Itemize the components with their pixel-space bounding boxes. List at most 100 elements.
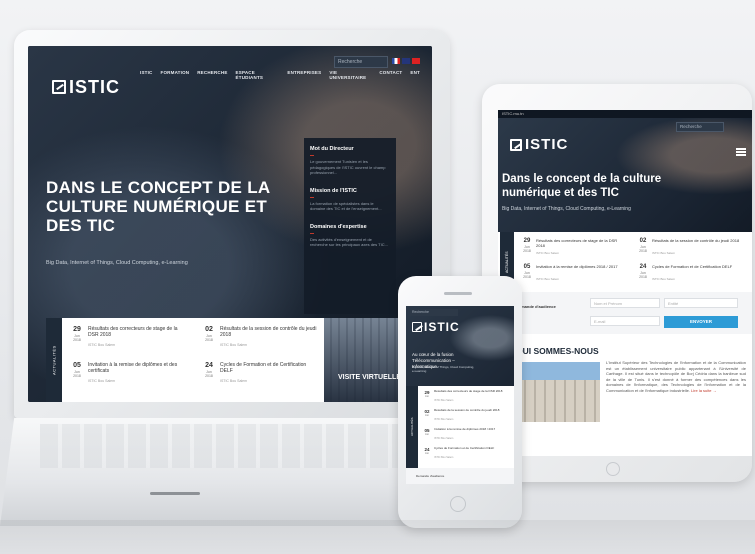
news-title[interactable]: Cycles de Formation et de Certification … bbox=[434, 446, 510, 451]
status-bar: ISTIC.rnu.tn bbox=[498, 110, 752, 118]
device-mockup-scene: Recherche ISTIC FORMATION RECHERCHE ESPA… bbox=[0, 0, 755, 554]
laptop-touchpad-edge bbox=[150, 492, 200, 495]
search-input[interactable]: Recherche bbox=[676, 122, 724, 132]
entity-field[interactable]: Entité bbox=[664, 298, 738, 308]
language-switcher[interactable] bbox=[392, 58, 420, 66]
news-item[interactable]: 29 Jun Résultats des correcteurs de stage… bbox=[422, 389, 510, 408]
divider bbox=[310, 232, 314, 234]
about-title: QUI SOMMES-NOUS bbox=[516, 346, 599, 356]
name-field[interactable]: Nom et Prénom bbox=[590, 298, 660, 308]
news-date: 02 Jun bbox=[424, 409, 430, 417]
news-meta: ISTIC Bou Salem bbox=[434, 456, 454, 459]
news-label: ACTUALITÉS bbox=[406, 386, 418, 468]
news-item[interactable]: 29 Jun 2018 Résultats des correcteurs de … bbox=[70, 326, 190, 356]
news-item[interactable]: 02 Jun Résultats de la session de contrôl… bbox=[422, 408, 510, 427]
panel-text: Des activités d'enseignement et de reche… bbox=[310, 236, 388, 248]
flag-tn-icon[interactable] bbox=[412, 58, 420, 64]
phone-screen: Recherche ISTIC Au cœur de la fusion Tél… bbox=[406, 306, 514, 484]
news-title[interactable]: Résultats de la session de contrôle du j… bbox=[220, 326, 318, 338]
email-field[interactable]: E-mail bbox=[590, 316, 660, 326]
logo-icon bbox=[52, 80, 66, 94]
search-input[interactable]: Recherche bbox=[410, 309, 458, 316]
panel-heading[interactable]: Mission de l'ISTIC bbox=[310, 188, 390, 194]
news-section: ACTUALITÉS 29 Jun 2018 Résultats des corr… bbox=[46, 318, 324, 402]
news-title[interactable]: Cycles de Formation et de Certification … bbox=[652, 264, 742, 269]
nav-item[interactable]: FORMATION bbox=[161, 70, 190, 80]
news-section: ACTUALITÉS 29 Jun 2018 Résultats des corr… bbox=[498, 232, 752, 292]
news-title[interactable]: Résultats de la session de contrôle du j… bbox=[652, 238, 742, 243]
news-item[interactable]: 05 Jun 2018 Invitation à la remise de dip… bbox=[70, 362, 190, 392]
nav-item[interactable]: ENTREPRISES bbox=[287, 70, 321, 80]
news-date: 29 Jun bbox=[424, 390, 430, 398]
nav-item[interactable]: CONTACT bbox=[379, 70, 402, 80]
news-item[interactable]: 02 Jun 2018 Résultats de la session de co… bbox=[636, 238, 744, 262]
news-item[interactable]: 02 Jun 2018 Résultats de la session de co… bbox=[202, 326, 322, 356]
news-item[interactable]: 05 Jun 2018 Invitation à la remise de dip… bbox=[520, 264, 628, 288]
phone-home-button[interactable] bbox=[450, 496, 466, 512]
tablet-home-button[interactable] bbox=[606, 462, 620, 476]
news-meta: ISTIC Bou Salem bbox=[434, 399, 454, 402]
news-date: 05 Jun 2018 bbox=[73, 362, 81, 378]
main-nav: ISTIC FORMATION RECHERCHE ESPACE ÉTUDIAN… bbox=[140, 70, 420, 80]
nav-item[interactable]: ESPACE ÉTUDIANTS bbox=[236, 70, 280, 80]
news-date: 24 Jun 2018 bbox=[639, 264, 647, 279]
search-input[interactable]: Recherche bbox=[334, 56, 388, 68]
logo-text: ISTIC bbox=[424, 320, 460, 334]
news-item[interactable]: 24 Jun 2018 Cycles de Formation et de Cer… bbox=[202, 362, 322, 392]
news-date: 02 Jun 2018 bbox=[639, 238, 647, 253]
news-title[interactable]: Cycles de Formation et de Certification … bbox=[220, 362, 318, 374]
hero-subtitle: Big Data, Internet of Things, Cloud Comp… bbox=[412, 365, 475, 373]
news-date: 05 Jun 2018 bbox=[523, 264, 531, 279]
hero-title: Dans le concept de la culture numérique … bbox=[502, 173, 662, 199]
news-meta: ISTIC Bou Salem bbox=[536, 277, 560, 281]
hamburger-menu-icon[interactable] bbox=[736, 148, 746, 156]
about-text: L'Institut Supérieur des Technologies de… bbox=[606, 360, 746, 393]
news-title[interactable]: Résultats des correcteurs de stage de la… bbox=[536, 238, 626, 248]
hero-background: Recherche ISTIC Au cœur de la fusion Tél… bbox=[406, 306, 514, 386]
istic-logo[interactable]: ISTIC bbox=[52, 76, 120, 98]
news-title[interactable]: Invitation à la remise de diplômes 2018 … bbox=[536, 264, 626, 269]
news-label: ACTUALITÉS bbox=[46, 318, 62, 402]
hero-subtitle: Big Data, Internet of Things, Cloud Comp… bbox=[502, 206, 631, 212]
nav-item[interactable]: VIE UNIVERSITAIRE bbox=[329, 70, 371, 80]
news-item[interactable]: 29 Jun 2018 Résultats des correcteurs de … bbox=[520, 238, 628, 262]
audience-request-form: Demande d'audience Nom et Prénom Entité … bbox=[498, 292, 752, 334]
news-item[interactable]: 05 Jun Invitation à la remise de diplômes… bbox=[422, 427, 510, 446]
news-date: 02 Jun 2018 bbox=[205, 326, 213, 342]
top-bar: Recherche bbox=[28, 52, 432, 68]
hero-subtitle: Big Data, Internet of Things, Cloud Comp… bbox=[46, 260, 188, 266]
istic-logo[interactable]: ISTIC bbox=[510, 136, 568, 153]
nav-item[interactable]: ISTIC bbox=[140, 70, 153, 80]
news-title[interactable]: Résultats de la session de contrôle du j… bbox=[434, 408, 510, 413]
flag-gb-icon[interactable] bbox=[402, 58, 410, 64]
hero-title: DANS LE CONCEPT DE LA CULTURE NUMÉRIQUE … bbox=[46, 178, 270, 235]
news-meta: ISTIC Bou Salem bbox=[434, 418, 454, 421]
news-title[interactable]: Invitation à la remise de diplômes et de… bbox=[88, 362, 186, 374]
phone-speaker bbox=[444, 292, 472, 295]
news-title[interactable]: Résultats des correcteurs de stage de la… bbox=[88, 326, 186, 338]
info-side-panel: Mot du Directeur Le gouvernement Tunisie… bbox=[304, 138, 396, 314]
news-item[interactable]: 24 Jun 2018 Cycles de Formation et de Cer… bbox=[636, 264, 744, 288]
flag-fr-icon[interactable] bbox=[392, 58, 400, 64]
panel-heading[interactable]: Domaines d'expertise bbox=[310, 224, 390, 230]
panel-text: Le gouvernement Tunisien et les pédagogi… bbox=[310, 159, 386, 175]
floor-shadow bbox=[0, 520, 755, 554]
divider bbox=[310, 155, 314, 156]
news-item[interactable]: 24 Jun Cycles de Formation et de Certific… bbox=[422, 446, 510, 465]
news-title[interactable]: Résultats des correcteurs de stage de la… bbox=[434, 389, 510, 394]
logo-icon bbox=[412, 322, 422, 332]
laptop-screen: Recherche ISTIC FORMATION RECHERCHE ESPA… bbox=[28, 46, 432, 402]
audience-request-link[interactable]: Demande d'audience bbox=[406, 468, 514, 484]
panel-heading[interactable]: Mot du Directeur bbox=[310, 146, 390, 152]
news-meta: ISTIC Bou Salem bbox=[220, 379, 248, 383]
send-button[interactable]: ENVOYER bbox=[664, 316, 738, 328]
news-date: 29 Jun 2018 bbox=[523, 238, 531, 253]
nav-item[interactable]: RECHERCHE bbox=[197, 70, 227, 80]
news-title[interactable]: Invitation à la remise de diplômes 2018 … bbox=[434, 427, 510, 432]
news-meta: ISTIC Bou Salem bbox=[536, 251, 560, 255]
nav-item[interactable]: ENT bbox=[410, 70, 420, 80]
read-more-link[interactable]: Lire la suite → bbox=[691, 388, 717, 393]
news-date: 05 Jun bbox=[424, 428, 430, 436]
hero-background: Recherche ISTIC Dans le concept de la cu… bbox=[498, 118, 752, 242]
istic-logo[interactable]: ISTIC bbox=[412, 320, 460, 334]
